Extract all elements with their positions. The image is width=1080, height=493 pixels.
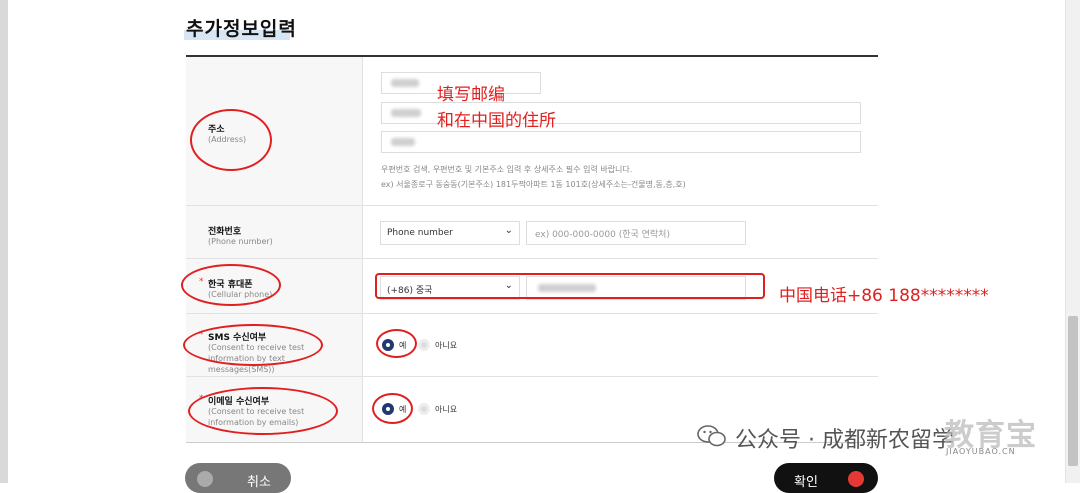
wechat-icon [697, 425, 726, 447]
annotation-postcode-line2: 和在中国的住所 [437, 111, 556, 131]
annotation-circle-sms [183, 324, 323, 366]
address-example: ex) 서울종로구 동숭동(기본주소) 181두짝아파트 1동 101호(상세주… [381, 180, 686, 189]
email-no-label: 아니요 [435, 405, 458, 414]
row-divider [186, 205, 878, 206]
address-hint: 우편번호 검색, 우편번호 및 기본주소 입력 후 상세주소 필수 입력 바랍니… [381, 165, 633, 174]
scrollbar-thumb[interactable] [1068, 316, 1078, 466]
left-edge [0, 0, 8, 483]
annotation-phone-note: 中国电话+86 188******** [779, 286, 989, 306]
detail-address-field[interactable] [381, 131, 861, 153]
row-divider [186, 376, 878, 377]
cancel-button[interactable]: 취소 [185, 463, 291, 493]
annotation-circle-email-yes [372, 393, 413, 424]
phone-type-select[interactable]: Phone number ⌄ [380, 221, 520, 245]
phone-number-field[interactable]: ex) 000-000-0000 (한국 연락처) [526, 221, 746, 245]
annotation-circle-address [190, 109, 272, 171]
base-address-value-blurred [391, 109, 421, 117]
confirm-icon [848, 471, 864, 487]
row-divider [186, 258, 878, 259]
annotation-circle-email [188, 387, 338, 435]
detail-address-value-blurred [391, 138, 415, 146]
chevron-down-icon: ⌄ [504, 225, 513, 236]
annotation-box-mobile [375, 273, 765, 299]
annotation-circle-sms-yes [376, 329, 417, 358]
page-title: 추가정보입력 [186, 18, 297, 40]
confirm-button[interactable]: 확인 [774, 463, 878, 493]
sms-no-radio[interactable] [418, 339, 430, 351]
sms-no-label: 아니요 [435, 341, 458, 350]
annotation-postcode-line1: 填写邮编 [437, 85, 505, 105]
watermark-url: JIAOYUBAO.CN [946, 447, 1016, 456]
phone-number-placeholder: ex) 000-000-0000 (한국 연락처) [535, 230, 670, 240]
cancel-button-label: 취소 [247, 475, 271, 490]
phone-sublabel: (Phone number) [208, 237, 273, 246]
confirm-button-label: 확인 [794, 475, 818, 490]
annotation-circle-mobile [181, 264, 281, 306]
postcode-value-blurred [391, 79, 419, 87]
watermark-text: 公众号 · 成都新农留学 [735, 428, 954, 453]
row-divider [186, 313, 878, 314]
cancel-icon [197, 471, 213, 487]
phone-type-value: Phone number [387, 228, 453, 238]
email-no-radio[interactable] [418, 403, 430, 415]
